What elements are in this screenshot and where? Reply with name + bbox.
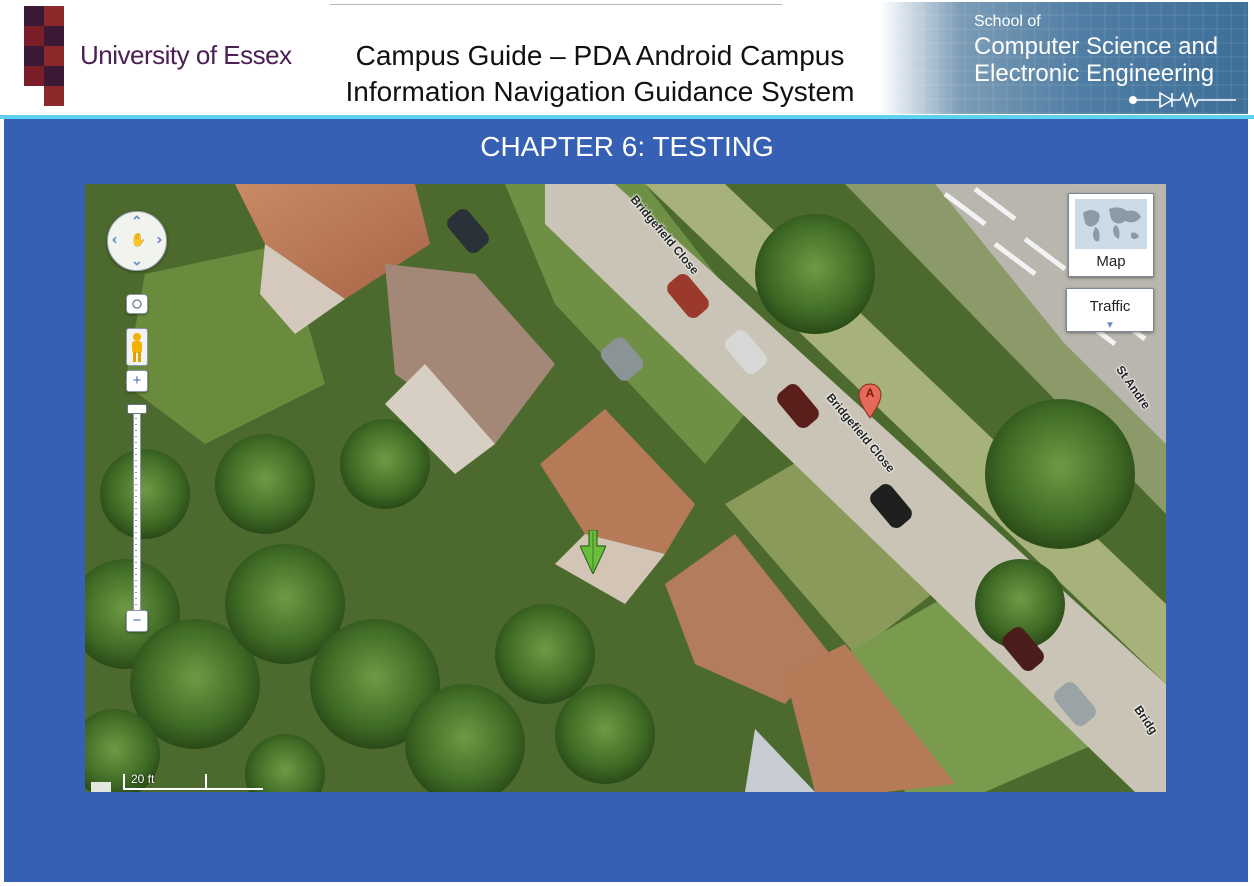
marker-letter: A	[865, 386, 875, 400]
pan-hand-icon[interactable]: ✋	[130, 233, 146, 247]
world-map-thumbnail-icon	[1075, 199, 1147, 249]
circuit-diode-icon	[1129, 91, 1236, 109]
chevron-down-icon: ▼	[1105, 320, 1115, 331]
title-line-1: Campus Guide – PDA Android Campus	[355, 40, 845, 71]
map-type-button[interactable]: Map	[1068, 193, 1154, 277]
university-logo-mark	[24, 6, 66, 106]
school-of-label: School of	[974, 13, 1041, 30]
title-line-2: Information Navigation Guidance System	[345, 76, 855, 107]
scale-label: 20 ft	[131, 772, 155, 786]
aerial-imagery	[85, 184, 1166, 792]
pan-left-icon[interactable]: ⌃	[110, 234, 126, 246]
map-scale: 20 ft	[123, 772, 263, 792]
scale-bar-secondary	[205, 774, 263, 790]
presentation-title: Campus Guide – PDA Android Campus Inform…	[300, 38, 900, 110]
school-name: Computer Science and Electronic Engineer…	[974, 33, 1218, 87]
pan-right-icon[interactable]: ⌃	[148, 234, 164, 246]
pan-down-icon[interactable]: ⌃	[131, 252, 143, 268]
map-logo-icon	[91, 782, 111, 792]
reset-circle-icon	[132, 299, 142, 309]
satellite-map-view[interactable]: Bridgefield Close Bridgefield Close St A…	[85, 184, 1166, 792]
zoom-slider-handle[interactable]	[127, 404, 147, 414]
traffic-button[interactable]: Traffic ▼	[1066, 288, 1154, 332]
map-type-label: Map	[1096, 253, 1126, 270]
header-top-rule	[330, 4, 782, 5]
current-location-arrow-icon	[580, 530, 606, 574]
zoom-out-button[interactable]: −	[126, 610, 148, 632]
street-view-pegman[interactable]	[126, 328, 148, 366]
zoom-reset-button[interactable]	[126, 294, 148, 314]
destination-marker[interactable]: A	[858, 383, 882, 419]
school-name-line-1: Computer Science and	[974, 33, 1219, 60]
zoom-track-ticks	[135, 406, 137, 606]
zoom-in-button[interactable]: +	[126, 370, 148, 392]
pegman-icon	[132, 333, 142, 362]
chapter-title: CHAPTER 6: TESTING	[480, 131, 774, 162]
traffic-label: Traffic	[1089, 298, 1131, 315]
map-pan-control[interactable]: ⌃ ⌃ ⌃ ⌃ ✋	[107, 211, 167, 271]
pan-up-icon[interactable]: ⌃	[131, 214, 143, 228]
school-name-line-2: Electronic Engineering	[974, 60, 1215, 87]
zoom-control[interactable]: + −	[124, 294, 148, 634]
university-name: University of Essex	[80, 40, 292, 70]
